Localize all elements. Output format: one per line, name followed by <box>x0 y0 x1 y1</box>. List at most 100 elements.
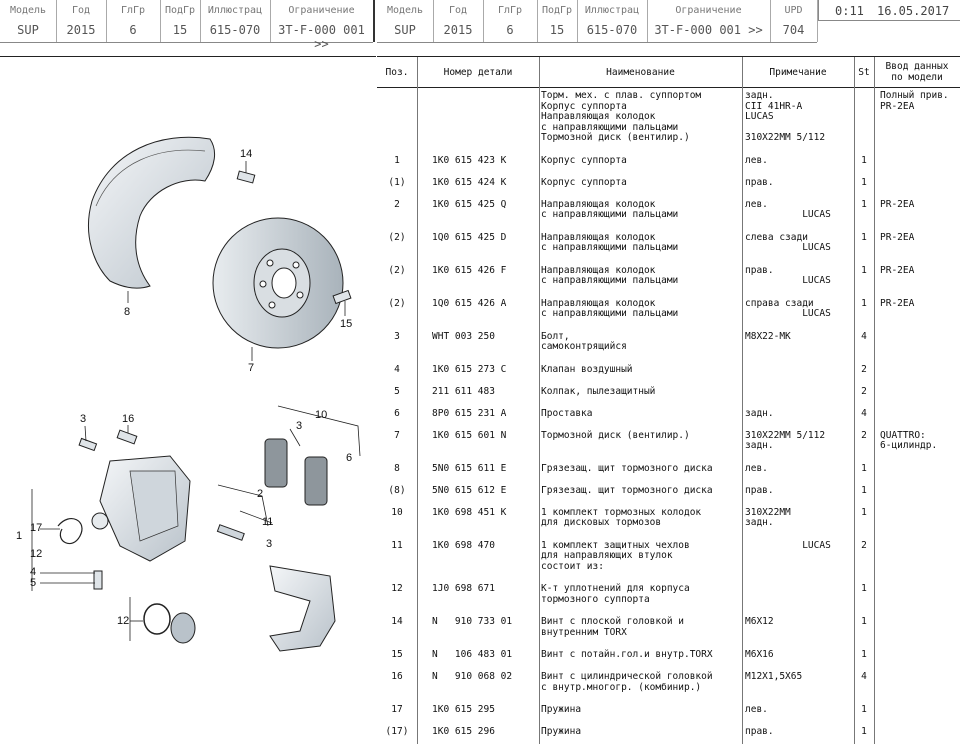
cell-name: Направляющая колодок с направляющими пал… <box>541 297 679 319</box>
cell-pos: 3 <box>394 330 400 342</box>
parts-illustration: 14 8 15 7 3 16 10 3 6 2 11 3 1 17 12 4 5… <box>0 56 376 744</box>
cell-part: 1K0 698 470 <box>432 539 495 551</box>
cell-st: 1 <box>861 616 867 627</box>
cell-name: Корпус суппорта <box>541 176 627 188</box>
cell-note: 310X22MM 5/112 задн. <box>745 429 826 451</box>
cell-pos: 10 <box>391 506 403 518</box>
cell-name: Грязезащ. щит тормозного диска <box>541 484 713 496</box>
cell-name: Клапан воздушный <box>541 363 633 375</box>
cell-model: QUATTRO: 6-цилиндр. <box>880 429 938 451</box>
header-value: 3T-F-000 001 >> <box>278 23 365 51</box>
cell-part: 1K0 615 601 N <box>432 429 507 441</box>
col-pos: Поз. <box>385 66 409 78</box>
cell-st: 4 <box>861 671 867 682</box>
cell-pos: (1) <box>388 176 406 188</box>
cell-note: справа сзади LUCAS <box>745 297 831 319</box>
callout-label: 17 <box>30 522 42 534</box>
header-label: ПодГр <box>164 5 196 16</box>
cell-part: 1K0 615 425 Q <box>432 198 507 210</box>
cell-name: Винт с потайн.гол.и внутр.TORX <box>541 649 713 660</box>
header-field: Иллюстрац 615-070 <box>577 0 648 42</box>
callout-label: 3 <box>80 413 86 425</box>
cell-st: 1 <box>861 583 867 594</box>
header-label: Год <box>71 5 91 16</box>
table-header: Поз. Номер детали Наименование Примечани… <box>377 57 960 88</box>
cell-note: прав. <box>745 726 774 737</box>
cell-part: 1K0 615 295 <box>432 704 495 715</box>
cell-name: 1 комплект тормозных колодок для дисковы… <box>541 506 702 528</box>
callout-label: 11 <box>262 516 273 528</box>
cell-part: N 106 483 01 <box>432 649 513 660</box>
header-left: Модель SUP Год 2015 ГлГр 6 ПодГр 15 Иллюстрац 615… <box>0 0 374 51</box>
cell-pos: 17 <box>391 704 403 715</box>
header-value: 2015 <box>443 23 473 37</box>
header-value: 6 <box>129 23 137 37</box>
cell-name: Винт с цилиндрической головкой с внутр.м… <box>541 671 713 693</box>
cell-pos: 2 <box>394 198 400 210</box>
cell-st: 1 <box>861 297 867 309</box>
caliper-carrier <box>269 565 336 652</box>
cell-name: Корпус суппорта <box>541 154 627 166</box>
header-value: 3T-F-000 001 >> <box>654 23 763 37</box>
cell-note: M12X1,5X65 <box>745 671 803 682</box>
cell-note: лев. LUCAS <box>745 198 831 220</box>
cell-part: WHT 003 250 <box>432 330 495 342</box>
cell-name: Направляющая колодок с направляющими пал… <box>541 264 679 286</box>
header-right: Модель SUP Год 2015 ГлГр 6 ПодГр 15 Иллюстрац 615… <box>377 0 818 43</box>
callout-label: 14 <box>240 148 252 160</box>
header-label: UPD <box>784 5 803 16</box>
cell-part: N 910 733 01 <box>432 616 513 627</box>
brake-pad-right <box>304 456 328 506</box>
header-label: Ограничение <box>288 5 355 16</box>
cell-note: прав. <box>745 484 774 496</box>
cell-st: 2 <box>861 385 867 397</box>
cell-pos: 15 <box>391 649 403 660</box>
parts-table: Поз. Номер детали Наименование Примечани… <box>377 56 960 744</box>
cell-st: 2 <box>861 429 867 441</box>
col-note: Примечание <box>769 66 827 78</box>
cell-part: 5N0 615 611 E <box>432 462 507 474</box>
cell-st: 1 <box>861 726 867 737</box>
cell-part: 1K0 698 451 K <box>432 506 507 518</box>
cell-st: 1 <box>861 231 867 243</box>
cell-note: M8X22-MK <box>745 330 791 342</box>
callout-label: 5 <box>30 577 36 589</box>
header-label: Ограничение <box>675 5 742 16</box>
header-label: ПодГр <box>541 5 573 16</box>
cell-part: N 910 068 02 <box>432 671 513 682</box>
cell-name: Грязезащ. щит тормозного диска <box>541 462 713 474</box>
callout-label: 16 <box>122 413 134 425</box>
cell-name: Направляющая колодок с направляющими пал… <box>541 198 679 220</box>
header-field: Модель SUP <box>0 0 57 42</box>
cell-pos: 7 <box>394 429 400 441</box>
splash-shield <box>88 136 216 289</box>
callout-label: 15 <box>340 318 352 330</box>
cell-st: 2 <box>861 363 867 375</box>
header-label: ГлГр <box>497 5 523 16</box>
callout-label: 6 <box>346 452 352 464</box>
cell-part: 1Q0 615 425 D <box>432 231 507 243</box>
cell-name: Направляющая колодок с направляющими пал… <box>541 231 679 253</box>
callout-label: 2 <box>257 488 263 500</box>
status-bar: 0:11 16.05.2017 <box>818 0 960 21</box>
header-value: 15 <box>549 23 565 37</box>
header-separator <box>373 0 375 42</box>
status-date: 16.05.2017 <box>877 4 950 18</box>
cell-part: 211 611 483 <box>432 385 495 397</box>
cell-model: PR-2EA <box>880 231 915 243</box>
cell-name: Пружина <box>541 704 582 715</box>
cell-pos: (2) <box>388 231 406 243</box>
callout-label: 8 <box>124 306 130 318</box>
cell-part: 1Q0 615 426 A <box>432 297 507 309</box>
cell-model: Полный прив. PR-2EA <box>880 90 949 112</box>
cell-name: Колпак, пылезащитный <box>541 385 656 397</box>
col-st: St <box>858 66 870 78</box>
col-model: Ввод данных по модели <box>885 61 949 83</box>
header-field: Год 2015 <box>433 0 484 42</box>
header-label: Иллюстрац <box>207 5 263 16</box>
cell-note: лев. <box>745 154 768 166</box>
spring <box>57 518 83 545</box>
col-part: Номер детали <box>443 66 513 78</box>
cell-st: 1 <box>861 484 867 496</box>
cell-note: слева сзади LUCAS <box>745 231 831 253</box>
